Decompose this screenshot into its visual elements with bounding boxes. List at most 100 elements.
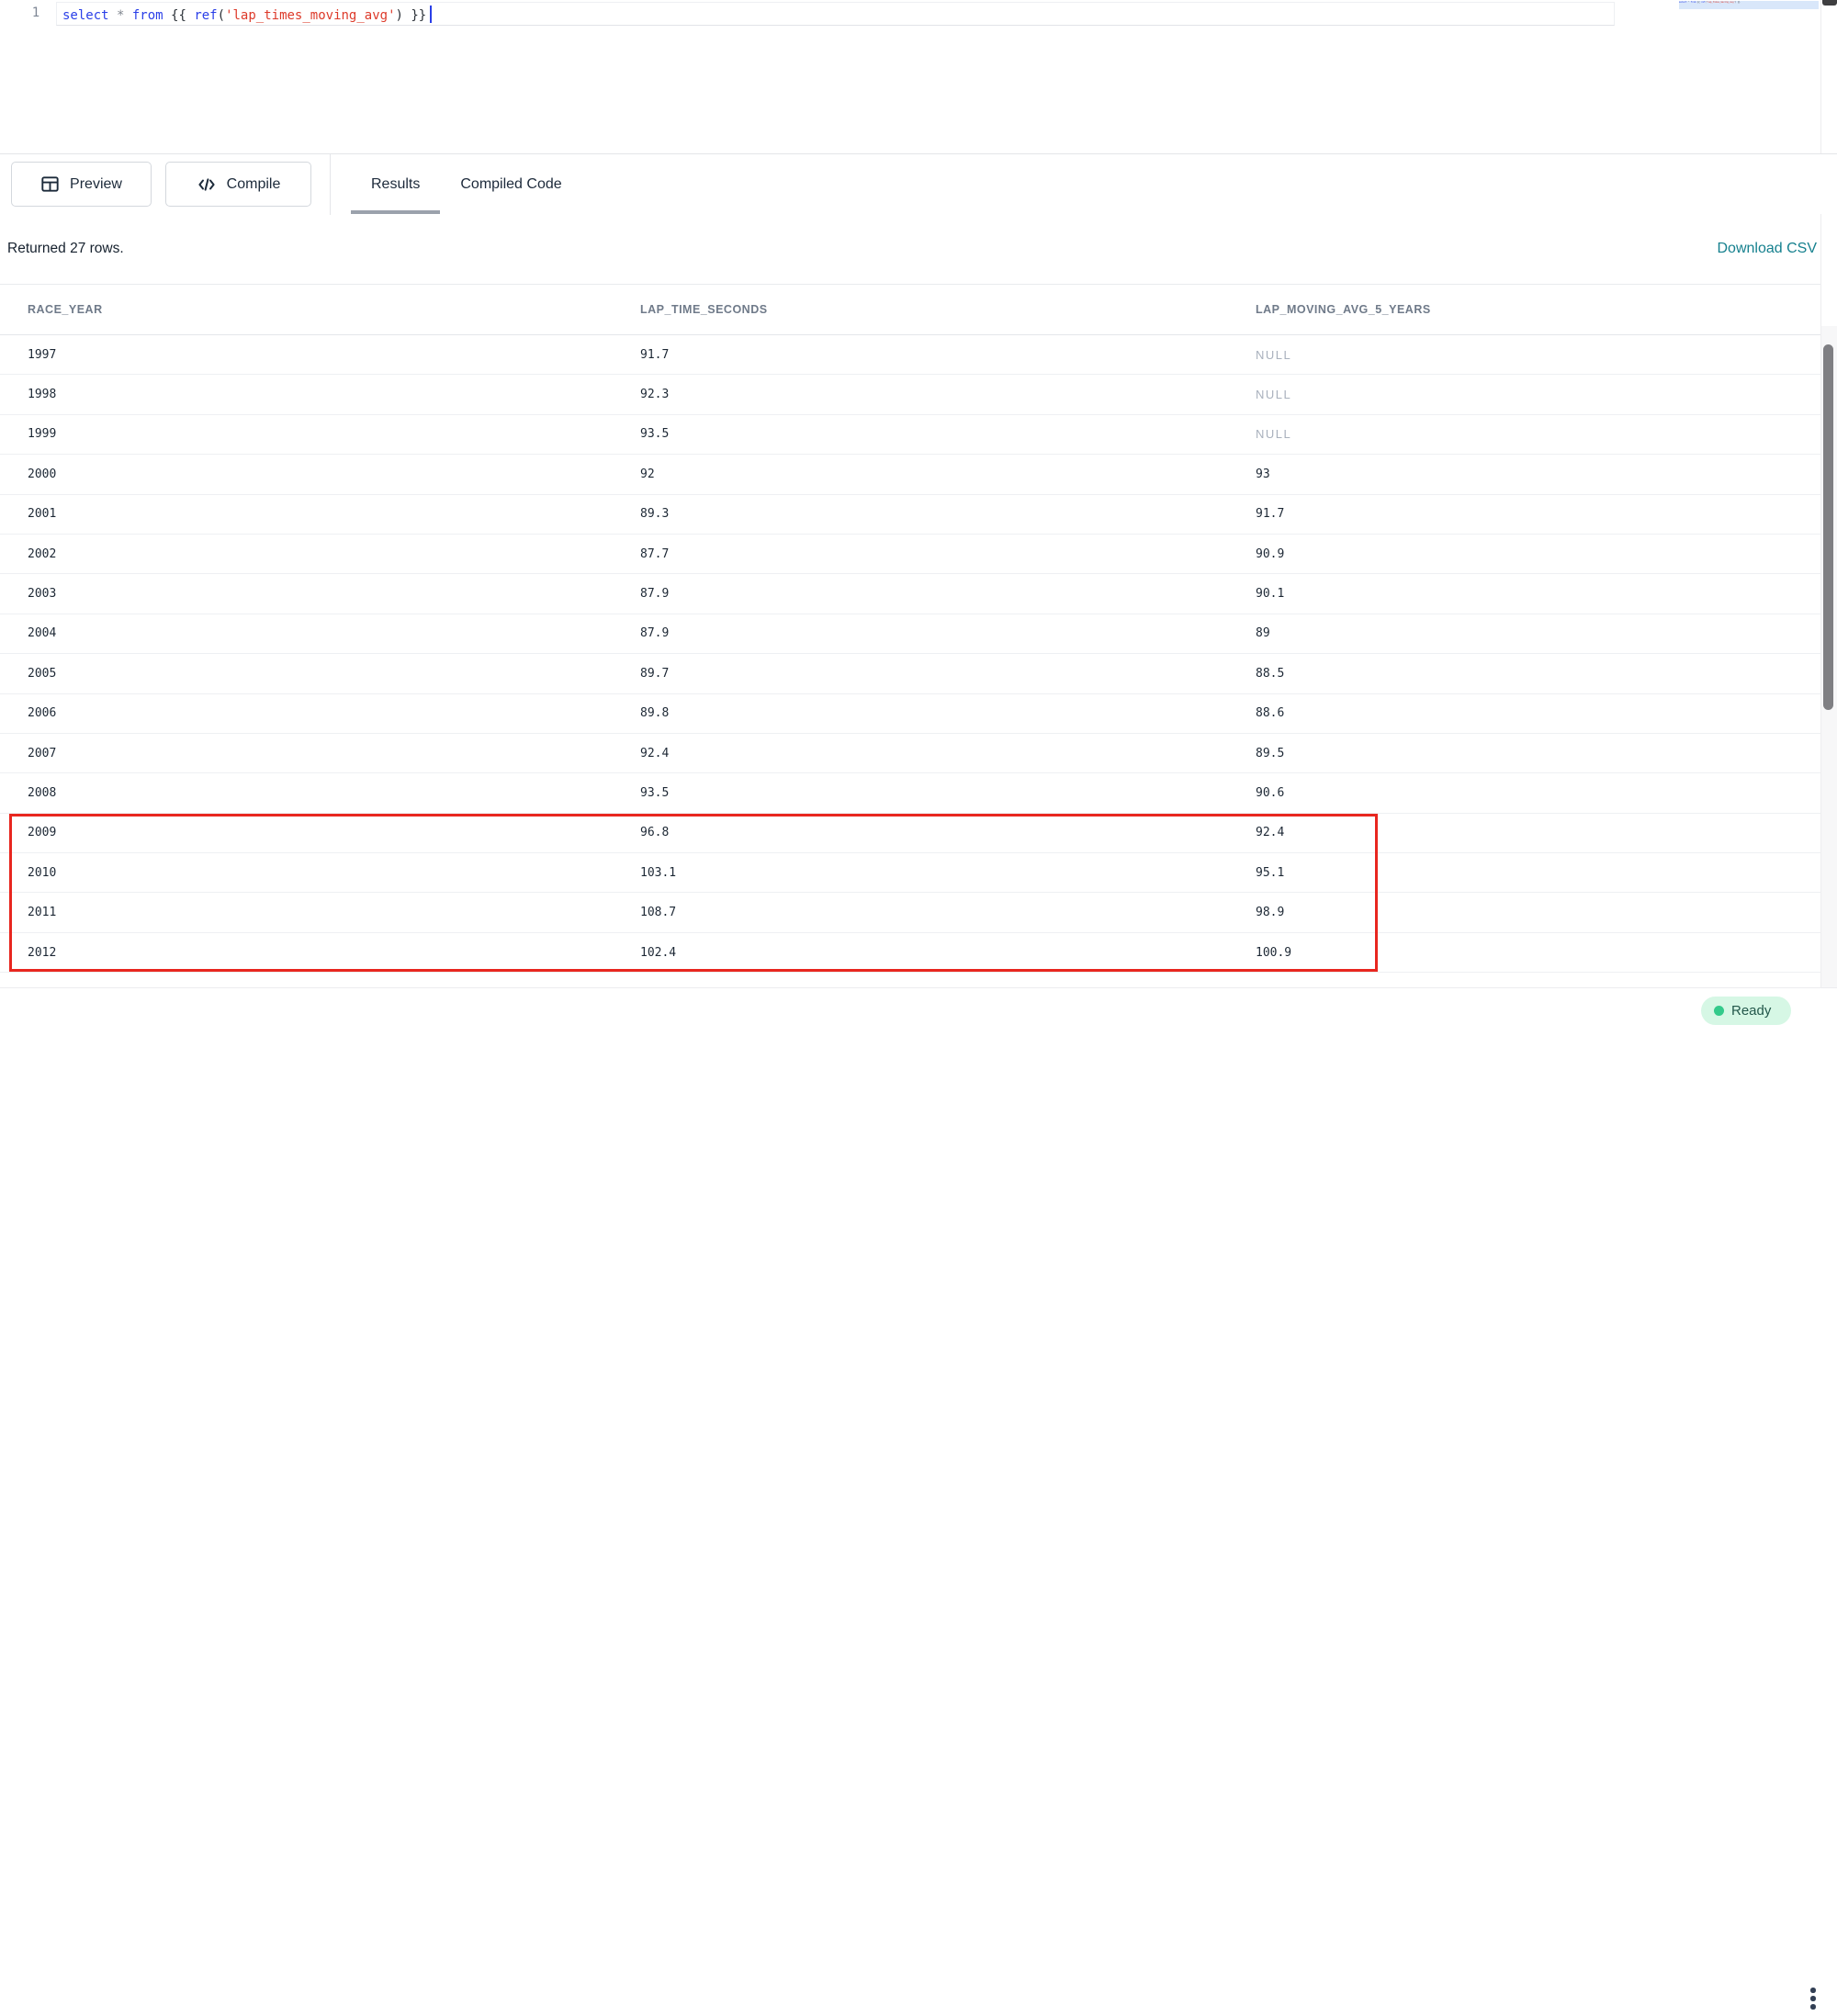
column-header: LAP_MOVING_AVG_5_YEARS — [1228, 303, 1820, 316]
table-cell: 96.8 — [613, 826, 1228, 839]
minimap-token: }} — [1738, 1, 1741, 4]
table-cell: 103.1 — [613, 866, 1228, 880]
sql-editor[interactable]: 1 select * from {{ ref('lap_times_moving… — [0, 0, 1837, 153]
table-header-row: RACE_YEARLAP_TIME_SECONDSLAP_MOVING_AVG_… — [0, 285, 1820, 335]
table-row: 200689.888.6 — [0, 694, 1820, 734]
table-cell: 90.9 — [1228, 547, 1820, 561]
table-cell: 87.7 — [613, 547, 1228, 561]
table-cell: 95.1 — [1228, 866, 1820, 880]
table-row: 200589.788.5 — [0, 654, 1820, 693]
ready-status-label: Ready — [1731, 1003, 1771, 1019]
table-cell: 2012 — [0, 946, 613, 960]
tab-results[interactable]: Results — [351, 154, 440, 215]
results-tabs: Results Compiled Code — [351, 154, 582, 215]
table-scrollbar-thumb[interactable] — [1823, 344, 1833, 710]
preview-button[interactable]: Preview — [11, 162, 152, 207]
table-cell: 89.5 — [1228, 747, 1820, 760]
tab-compiled-code[interactable]: Compiled Code — [440, 154, 581, 215]
table-cell: 90.6 — [1228, 786, 1820, 800]
table-cell: 88.6 — [1228, 706, 1820, 720]
code-token-ref: ref — [194, 8, 217, 23]
table-cell: 93.5 — [613, 427, 1228, 441]
table-cell: 108.7 — [613, 906, 1228, 919]
code-token-paren-close: ) — [396, 8, 411, 23]
table-row: 200996.892.4 — [0, 814, 1820, 853]
code-brackets-icon — [197, 175, 217, 195]
table-grid-icon — [40, 175, 60, 194]
code-token-from: from — [132, 8, 171, 23]
table-cell: 2004 — [0, 626, 613, 640]
status-bar: Ready — [0, 987, 1837, 1032]
table-cell: 89 — [1228, 626, 1820, 640]
table-cell: 1997 — [0, 348, 613, 362]
line-number: 1 — [24, 6, 48, 20]
table-cell: 2008 — [0, 786, 613, 800]
page-scrollbar-thumb[interactable] — [1822, 0, 1837, 6]
preview-button-label: Preview — [70, 176, 122, 193]
code-token-string: 'lap_times_moving_avg' — [225, 8, 395, 23]
table-row: 2011108.798.9 — [0, 893, 1820, 932]
code-line[interactable]: select * from {{ ref('lap_times_moving_a… — [62, 6, 432, 38]
text-cursor — [430, 6, 432, 23]
code-token-jinja-close: }} — [411, 8, 426, 23]
table-row: 200792.489.5 — [0, 734, 1820, 773]
table-row: 20009293 — [0, 455, 1820, 494]
column-header: RACE_YEAR — [0, 303, 613, 316]
table-cell: NULL — [1228, 388, 1820, 401]
kebab-menu-icon[interactable] — [1804, 1981, 1822, 2016]
toolbar-divider — [330, 154, 331, 215]
table-cell: 89.7 — [613, 667, 1228, 681]
table-cell: 93 — [1228, 467, 1820, 481]
table-cell: 89.8 — [613, 706, 1228, 720]
table-row: 200287.790.9 — [0, 535, 1820, 574]
code-token-paren-open: ( — [218, 8, 225, 23]
results-table: RACE_YEARLAP_TIME_SECONDSLAP_MOVING_AVG_… — [0, 284, 1820, 987]
table-cell: 98.9 — [1228, 906, 1820, 919]
row-count-summary: Returned 27 rows. — [7, 214, 124, 284]
table-cell: 2005 — [0, 667, 613, 681]
table-body: 199791.7NULL199892.3NULL199993.5NULL2000… — [0, 335, 1820, 973]
editor-minimap[interactable]: select * from {{ ref('lap_times_moving_a… — [1679, 1, 1819, 9]
table-row: 199993.5NULL — [0, 415, 1820, 455]
ready-status-badge: Ready — [1701, 997, 1791, 1025]
table-scrollbar-track[interactable] — [1821, 326, 1837, 987]
status-dot-icon — [1714, 1006, 1724, 1016]
table-cell: 2007 — [0, 747, 613, 760]
table-cell: 2009 — [0, 826, 613, 839]
table-cell: 88.5 — [1228, 667, 1820, 681]
compile-button[interactable]: Compile — [165, 162, 311, 207]
code-token-select: select — [62, 8, 117, 23]
compile-button-label: Compile — [227, 176, 281, 193]
table-cell: 90.1 — [1228, 587, 1820, 601]
table-row: 2012102.4100.9 — [0, 933, 1820, 973]
table-cell: 2011 — [0, 906, 613, 919]
table-cell: 2010 — [0, 866, 613, 880]
table-cell: 92.4 — [613, 747, 1228, 760]
results-summary-bar: Returned 27 rows. Download CSV — [0, 214, 1837, 284]
column-header: LAP_TIME_SECONDS — [613, 303, 1228, 316]
table-cell: NULL — [1228, 427, 1820, 441]
minimap-token: from — [1691, 1, 1697, 4]
table-row: 200189.391.7 — [0, 495, 1820, 535]
table-cell: 92 — [613, 467, 1228, 481]
table-row: 2010103.195.1 — [0, 853, 1820, 893]
tab-compiled-code-label: Compiled Code — [460, 176, 561, 193]
download-csv-link[interactable]: Download CSV — [1718, 214, 1818, 284]
table-cell: 1998 — [0, 388, 613, 401]
table-cell: 91.7 — [613, 348, 1228, 362]
table-cell: 92.4 — [1228, 826, 1820, 839]
table-cell: 2001 — [0, 507, 613, 521]
table-cell: NULL — [1228, 348, 1820, 362]
table-row: 199892.3NULL — [0, 375, 1820, 414]
minimap-token: 'lap_times_moving_avg' — [1707, 1, 1735, 4]
table-cell: 92.3 — [613, 388, 1228, 401]
table-cell: 2002 — [0, 547, 613, 561]
table-cell: 93.5 — [613, 786, 1228, 800]
table-cell: 87.9 — [613, 626, 1228, 640]
table-row: 199791.7NULL — [0, 335, 1820, 375]
code-token-jinja-open: {{ — [171, 8, 194, 23]
minimap-code-line: select * from {{ ref('lap_times_moving_a… — [1679, 1, 1818, 6]
table-row: 200387.990.1 — [0, 574, 1820, 614]
minimap-token: select — [1679, 1, 1688, 4]
table-row: 200487.989 — [0, 614, 1820, 654]
